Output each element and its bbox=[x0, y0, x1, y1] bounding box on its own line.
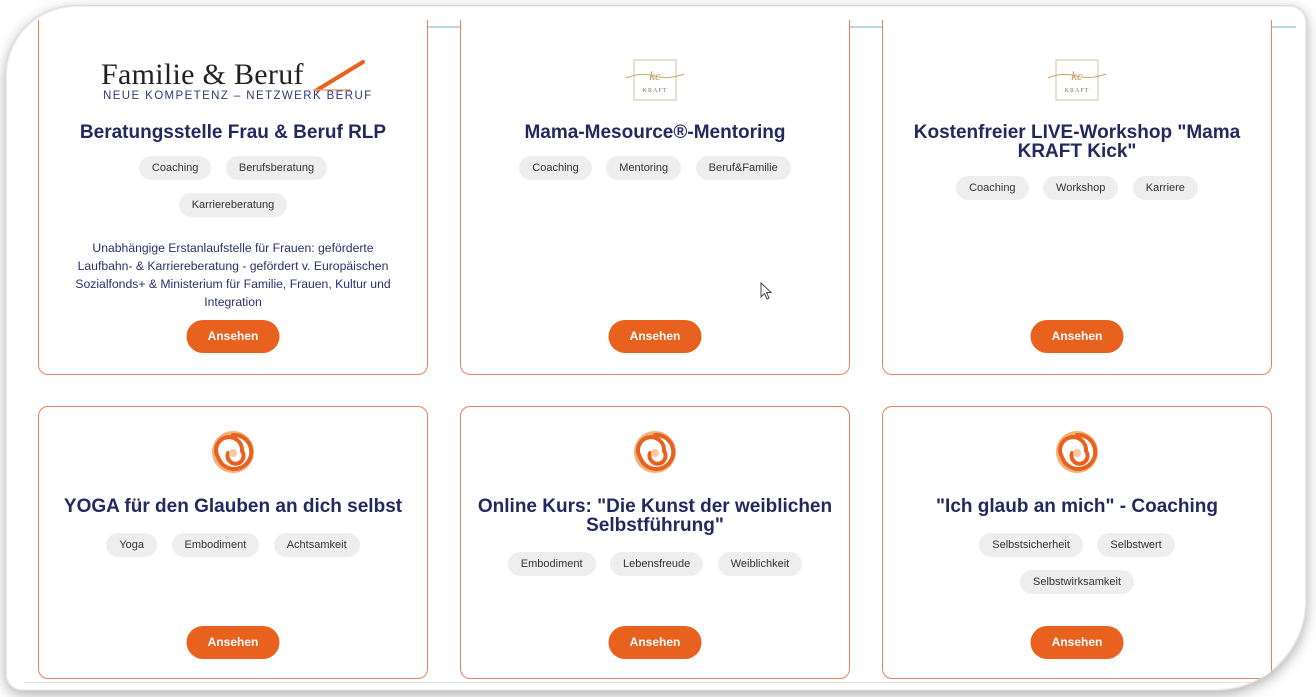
screenshot-frame: Familie & Beruf NEUE KOMPETENZ – NETZWER… bbox=[6, 6, 1306, 690]
mouse-pointer-icon bbox=[760, 282, 773, 300]
tag-list: Embodiment Lebensfreude Weiblichkeit bbox=[481, 552, 829, 589]
tag[interactable]: Karriere bbox=[1132, 176, 1198, 200]
offer-card: YOGA für den Glauben an dich selbst Yoga… bbox=[38, 406, 428, 679]
tag[interactable]: Yoga bbox=[106, 533, 158, 557]
tag[interactable]: Weiblichkeit bbox=[717, 552, 803, 576]
card-title: "Ich glaub an mich" - Coaching bbox=[936, 496, 1218, 517]
view-button[interactable]: Ansehen bbox=[1030, 320, 1124, 353]
card-title: Online Kurs: "Die Kunst der weiblichen S… bbox=[477, 496, 833, 536]
tag-list: Coaching Berufsberatung Karriereberatung bbox=[59, 156, 407, 230]
tag[interactable]: Selbstwert bbox=[1097, 533, 1175, 557]
spiral-logo-icon bbox=[1056, 431, 1098, 473]
tag[interactable]: Coaching bbox=[519, 156, 592, 180]
tag[interactable]: Selbstsicherheit bbox=[979, 533, 1083, 557]
tag-list: Coaching Mentoring Beruf&Familie bbox=[481, 156, 829, 193]
card-title: Kostenfreier LIVE-Workshop "Mama KRAFT K… bbox=[913, 122, 1241, 162]
card-description: Unabhängige Erstanlaufstelle für Frauen:… bbox=[75, 241, 391, 309]
offer-card: Online Kurs: "Die Kunst der weiblichen S… bbox=[460, 406, 850, 679]
kraft-logo-icon: kc KRAFT bbox=[625, 59, 685, 101]
tag[interactable]: Embodiment bbox=[507, 552, 596, 576]
logo-title: Familie & Beruf bbox=[101, 58, 304, 91]
tag[interactable]: Selbstwirksamkeit bbox=[1019, 570, 1135, 594]
tag[interactable]: Berufsberatung bbox=[225, 156, 328, 180]
tag-list: Yoga Embodiment Achtsamkeit bbox=[59, 533, 407, 570]
tag[interactable]: Workshop bbox=[1043, 176, 1119, 200]
spiral-logo-icon bbox=[212, 431, 254, 473]
logo-text: KRAFT bbox=[1065, 88, 1090, 94]
offer-card: kc KRAFT Kostenfreier LIVE-Workshop "Mam… bbox=[882, 20, 1272, 375]
offer-card: kc KRAFT Mama-Mesource®-Mentoring Coachi… bbox=[460, 20, 850, 375]
tag[interactable]: Lebensfreude bbox=[609, 552, 704, 576]
offer-card: Familie & Beruf NEUE KOMPETENZ – NETZWER… bbox=[38, 20, 428, 375]
view-button[interactable]: Ansehen bbox=[186, 320, 280, 353]
spiral-logo-icon bbox=[634, 431, 676, 473]
familie-beruf-logo: Familie & Beruf NEUE KOMPETENZ – NETZWER… bbox=[39, 58, 427, 104]
tag[interactable]: Coaching bbox=[138, 156, 212, 180]
tag[interactable]: Mentoring bbox=[606, 156, 682, 180]
tag[interactable]: Achtsamkeit bbox=[273, 533, 360, 557]
tag-list: Coaching Workshop Karriere bbox=[903, 176, 1251, 213]
card-title: Beratungsstelle Frau & Beruf RLP bbox=[79, 122, 387, 143]
tag[interactable]: Coaching bbox=[956, 176, 1029, 200]
card-title: YOGA für den Glauben an dich selbst bbox=[63, 496, 403, 517]
kraft-logo-icon: kc KRAFT bbox=[1047, 59, 1107, 101]
offer-card: "Ich glaub an mich" - Coaching Selbstsic… bbox=[882, 406, 1272, 679]
view-button[interactable]: Ansehen bbox=[608, 320, 702, 353]
svg-text:kc: kc bbox=[649, 68, 661, 83]
view-button[interactable]: Ansehen bbox=[1030, 626, 1124, 659]
svg-text:kc: kc bbox=[1071, 68, 1083, 83]
logo-subtitle: NEUE KOMPETENZ – NETZWERK BERUF bbox=[103, 90, 373, 102]
view-button[interactable]: Ansehen bbox=[608, 626, 702, 659]
logo-text: KRAFT bbox=[643, 88, 668, 94]
view-button[interactable]: Ansehen bbox=[186, 626, 280, 659]
tag[interactable]: Beruf&Familie bbox=[695, 156, 791, 180]
tag-list: Selbstsicherheit Selbstwert Selbstwirksa… bbox=[903, 533, 1251, 607]
tag[interactable]: Embodiment bbox=[171, 533, 260, 557]
card-title: Mama-Mesource®-Mentoring bbox=[524, 122, 786, 143]
logo-slash-icon bbox=[313, 60, 365, 92]
tag[interactable]: Karriereberatung bbox=[178, 193, 288, 217]
bottom-divider bbox=[24, 682, 1284, 683]
